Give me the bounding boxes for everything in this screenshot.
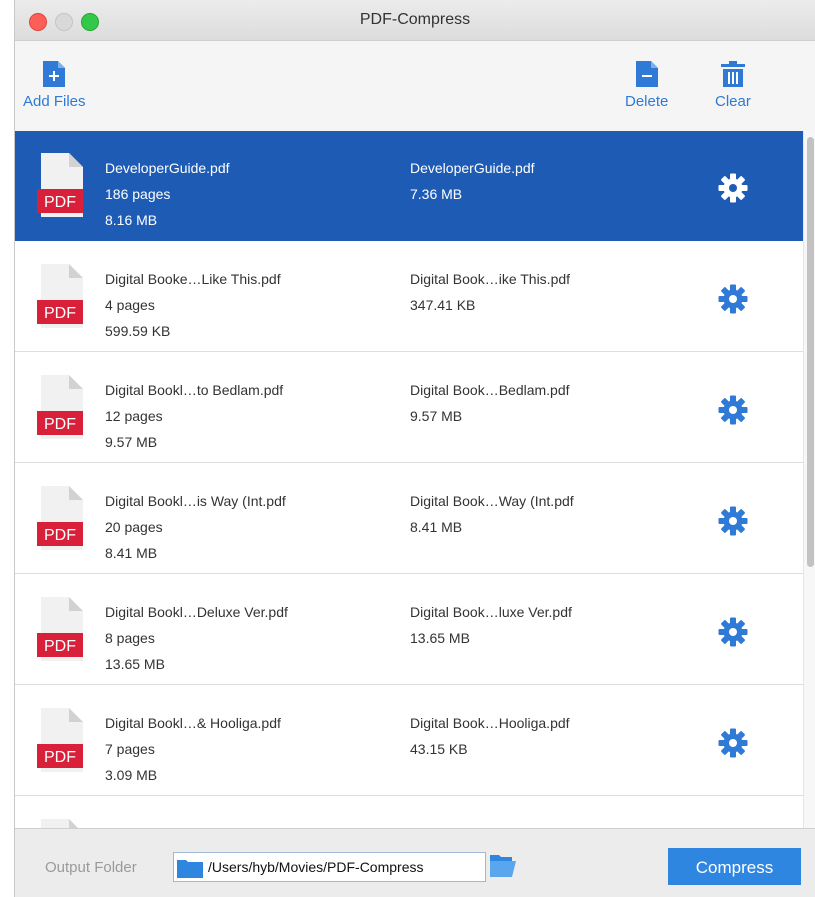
output-file-name: Digital Book…luxe Ver.pdf xyxy=(410,604,572,620)
output-file-size: 9.57 MB xyxy=(410,408,463,424)
add-files-label: Add Files xyxy=(23,93,86,110)
output-file-name: Digital Book…Bedlam.pdf xyxy=(410,382,570,398)
output-info: DeveloperGuide.pdf 7.36 MB xyxy=(410,155,535,207)
file-size: 9.57 MB xyxy=(105,434,158,450)
output-file-size: 13.65 MB xyxy=(410,630,470,646)
output-file-size: 8.41 MB xyxy=(410,519,463,535)
file-name: Digital Bookl…to Bedlam.pdf xyxy=(105,382,284,398)
file-pages: 8 pages xyxy=(105,630,155,646)
file-row[interactable]: PDF Digital Bookl…Deluxe Ver.pdf 8 pages… xyxy=(15,575,803,685)
delete-button[interactable]: Delete xyxy=(625,61,668,110)
file-size: 599.59 KB xyxy=(105,323,171,339)
output-file-name: Digital Book…ike This.pdf xyxy=(410,271,571,287)
file-name: Digital Bookl…& Hooliga.pdf xyxy=(105,715,281,731)
output-file-name: DeveloperGuide.pdf xyxy=(410,160,535,176)
app-window: PDF-Compress Add Files Delete Clear PDF … xyxy=(14,0,815,897)
file-pages: 4 pages xyxy=(105,297,155,313)
output-file-name: Digital Book…Way (Int.pdf xyxy=(410,493,574,509)
output-folder-label: Output Folder xyxy=(45,859,137,876)
output-file-size: 43.15 KB xyxy=(410,741,468,757)
file-row[interactable]: PDF DeveloperGuide.pdf 186 pages 8.16 MB… xyxy=(15,131,803,241)
file-size: 13.65 MB xyxy=(105,656,165,672)
gear-icon[interactable] xyxy=(718,284,748,314)
output-file-name: Digital Book…Hooliga.pdf xyxy=(410,715,570,731)
gear-icon[interactable] xyxy=(718,617,748,647)
file-size: 8.41 MB xyxy=(105,545,158,561)
file-info: Digital Bookl…Deluxe Ver.pdf 8 pages 13.… xyxy=(105,599,288,677)
list-scrollbar[interactable] xyxy=(803,131,815,828)
pdf-badge: PDF xyxy=(44,194,76,211)
open-folder-icon xyxy=(490,855,516,877)
output-file-size: 7.36 MB xyxy=(410,186,463,202)
file-name: DeveloperGuide.pdf xyxy=(105,160,230,176)
file-pages: 12 pages xyxy=(105,408,163,424)
clear-button[interactable]: Clear xyxy=(715,61,751,110)
gear-icon[interactable] xyxy=(718,395,748,425)
file-name: Digital Booke…Like This.pdf xyxy=(105,271,281,287)
output-info: Digital Book…ike This.pdf 347.41 KB xyxy=(410,266,570,318)
file-list[interactable]: PDF DeveloperGuide.pdf 186 pages 8.16 MB… xyxy=(15,131,803,828)
pdf-file-icon: PDF xyxy=(37,486,83,550)
toolbar: Add Files Delete Clear xyxy=(15,41,815,131)
output-info: Digital Book…Way (Int.pdf 8.41 MB xyxy=(410,488,574,540)
file-row[interactable]: PDF Digital Bookl…is Way (Int.pdf 20 pag… xyxy=(15,464,803,574)
file-name: Digital Bookl…is Way (Int.pdf xyxy=(105,493,286,509)
file-row[interactable]: PDF Digital Bookl…es & Heart.pdf Digital… xyxy=(15,797,803,828)
pdf-file-icon: PDF xyxy=(41,819,78,828)
output-path-field[interactable]: /Users/hyb/Movies/PDF-Compress xyxy=(173,852,486,882)
output-info: Digital Book…Bedlam.pdf 9.57 MB xyxy=(410,377,570,429)
output-info: Digital Book…& Heart.pdf xyxy=(410,821,570,828)
file-info: DeveloperGuide.pdf 186 pages 8.16 MB xyxy=(105,155,230,233)
file-row[interactable]: PDF Digital Bookl…to Bedlam.pdf 12 pages… xyxy=(15,353,803,463)
output-path-text: /Users/hyb/Movies/PDF-Compress xyxy=(208,859,424,875)
file-size: 3.09 MB xyxy=(105,767,158,783)
gear-icon[interactable] xyxy=(718,173,748,203)
pdf-file-icon: PDF xyxy=(37,597,83,661)
add-file-icon xyxy=(43,61,66,87)
pdf-file-icon: PDF xyxy=(37,708,83,772)
pdf-file-icon: PDF xyxy=(37,375,83,439)
file-info: Digital Bookl…is Way (Int.pdf 20 pages 8… xyxy=(105,488,286,566)
pdf-file-icon: PDF xyxy=(37,153,83,217)
file-info: Digital Bookl…es & Heart.pdf xyxy=(105,821,286,828)
file-pages: 20 pages xyxy=(105,519,163,535)
file-pages: 7 pages xyxy=(105,741,155,757)
file-info: Digital Bookl…& Hooliga.pdf 7 pages 3.09… xyxy=(105,710,281,788)
output-info: Digital Book…luxe Ver.pdf 13.65 MB xyxy=(410,599,572,651)
window-title: PDF-Compress xyxy=(359,11,471,28)
file-info: Digital Bookl…to Bedlam.pdf 12 pages 9.5… xyxy=(105,377,283,455)
pdf-file-icon: PDF xyxy=(37,264,83,328)
output-file-name: Digital Book…& Heart.pdf xyxy=(410,821,570,828)
pdf-badge: PDF xyxy=(44,749,76,766)
file-size: 8.16 MB xyxy=(105,212,158,228)
bottom-bar: Output Folder /Users/hyb/Movies/PDF-Comp… xyxy=(15,828,815,897)
file-info: Digital Booke…Like This.pdf 4 pages 599.… xyxy=(105,266,281,344)
gear-icon[interactable] xyxy=(718,728,748,758)
pdf-badge: PDF xyxy=(44,527,76,544)
delete-file-icon xyxy=(635,61,658,87)
folder-icon xyxy=(177,860,203,878)
file-name: Digital Bookl…Deluxe Ver.pdf xyxy=(105,604,288,620)
file-name: Digital Bookl…es & Heart.pdf xyxy=(105,821,286,828)
title-bar: PDF-Compress xyxy=(15,0,815,41)
trash-icon xyxy=(720,61,745,87)
output-file-size: 347.41 KB xyxy=(410,297,476,313)
pdf-badge: PDF xyxy=(44,416,76,433)
pdf-badge: PDF xyxy=(44,305,76,322)
gear-icon[interactable] xyxy=(718,506,748,536)
delete-label: Delete xyxy=(625,93,669,110)
compress-button[interactable]: Compress xyxy=(668,848,801,885)
add-files-button[interactable]: Add Files xyxy=(23,61,86,110)
output-info: Digital Book…Hooliga.pdf 43.15 KB xyxy=(410,710,570,762)
pdf-badge: PDF xyxy=(44,638,76,655)
file-row[interactable]: PDF Digital Booke…Like This.pdf 4 pages … xyxy=(15,242,803,352)
browse-folder-button[interactable] xyxy=(490,853,516,882)
clear-label: Clear xyxy=(715,93,751,110)
scrollbar-thumb[interactable] xyxy=(807,137,814,567)
file-pages: 186 pages xyxy=(105,186,171,202)
file-row[interactable]: PDF Digital Bookl…& Hooliga.pdf 7 pages … xyxy=(15,686,803,796)
